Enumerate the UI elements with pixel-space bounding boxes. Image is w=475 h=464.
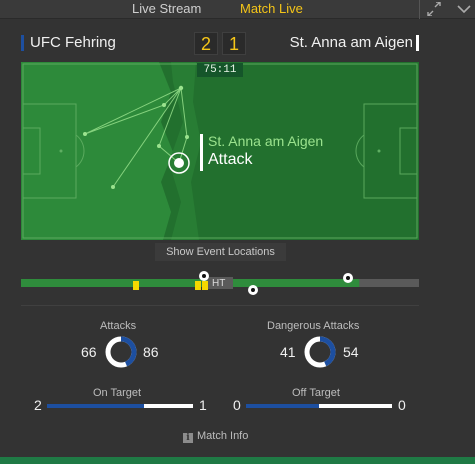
expand-icon <box>427 2 441 16</box>
home-team-color-bar <box>21 35 24 51</box>
section-divider <box>21 305 419 306</box>
off-target-label: Off Target <box>292 387 340 399</box>
halftime-label: HT <box>212 278 226 289</box>
home-score: 2 <box>194 32 218 55</box>
dangerous-attacks-away-value: 54 <box>343 344 359 360</box>
dangerous-attacks-label: Dangerous Attacks <box>267 320 360 332</box>
expand-button[interactable] <box>420 0 450 19</box>
yellow-card-icon <box>133 281 139 290</box>
attacks-home-value: 66 <box>81 344 97 360</box>
on-target-label: On Target <box>93 387 142 399</box>
off-target-home-value: 0 <box>233 397 241 413</box>
attacks-away-value: 86 <box>143 344 159 360</box>
attacks-donut-chart <box>105 336 137 368</box>
dangerous-attacks-donut-chart <box>304 336 336 368</box>
ball-icon <box>343 273 353 283</box>
away-score: 1 <box>222 32 246 55</box>
on-target-away-value: 1 <box>199 397 207 413</box>
dangerous-attacks-home-value: 41 <box>280 344 296 360</box>
timeline-progress <box>21 279 360 287</box>
yellow-card-icon <box>195 281 201 290</box>
match-clock: 75:11 <box>197 63 243 77</box>
event-type: Attack <box>208 151 253 168</box>
match-info-label: Match Info <box>197 430 249 442</box>
away-team-color-bar <box>416 35 419 51</box>
collapse-icon <box>457 5 471 14</box>
match-info-link[interactable]: i Match Info <box>183 430 248 446</box>
event-marker-bar <box>200 134 203 171</box>
away-team-name: St. Anna am Aigen <box>289 34 413 51</box>
on-target-bar-home-fill <box>47 404 145 408</box>
bottom-accent-strip <box>0 457 475 464</box>
off-target-bar-home-fill <box>246 404 319 408</box>
on-target-home-value: 2 <box>34 397 42 413</box>
ball-icon <box>248 285 258 295</box>
attacks-label: Attacks <box>100 320 137 332</box>
collapse-button[interactable] <box>452 0 475 19</box>
ball-icon <box>199 271 209 281</box>
event-team-name: St. Anna am Aigen <box>208 133 324 149</box>
off-target-away-value: 0 <box>398 397 406 413</box>
tab-live-stream[interactable]: Live Stream <box>132 1 201 17</box>
tab-bar: Live Stream Match Live <box>0 0 475 19</box>
show-event-locations-button[interactable]: Show Event Locations <box>155 243 286 261</box>
yellow-card-icon <box>202 281 208 290</box>
home-team-name: UFC Fehring <box>30 34 116 51</box>
tab-match-live[interactable]: Match Live <box>240 1 303 17</box>
info-icon: i <box>183 433 193 443</box>
